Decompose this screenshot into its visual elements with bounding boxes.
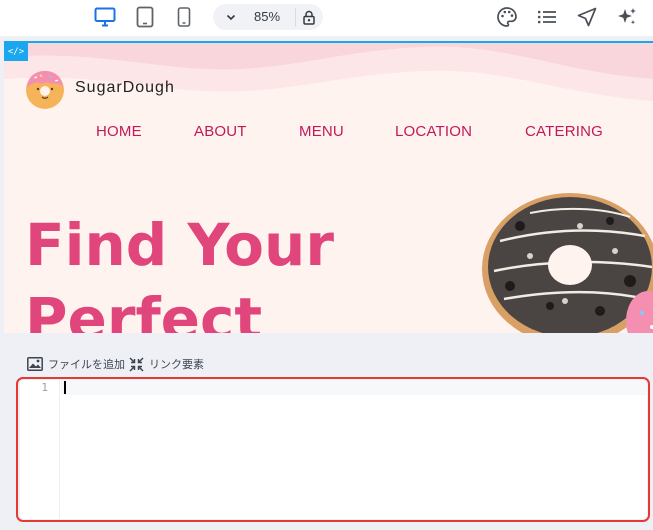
sparkle-icon <box>618 8 636 25</box>
desktop-view-button[interactable] <box>92 4 118 30</box>
brand-name: SugarDough <box>75 79 175 96</box>
zoom-dropdown-button[interactable] <box>221 7 241 27</box>
desktop-icon <box>94 7 116 27</box>
tablet-view-button[interactable] <box>132 4 158 30</box>
chevron-down-icon <box>226 14 236 20</box>
site-preview-frame[interactable]: </> SugarDough HOME ABOUT MENU LOCATION … <box>4 41 653 333</box>
nav-link-menu[interactable]: MENU <box>299 123 344 140</box>
mobile-icon <box>177 7 191 27</box>
add-file-button[interactable]: ファイルを追加 <box>27 355 125 373</box>
hero-heading: Find Your Perfect <box>25 208 334 333</box>
zoom-level: 85% <box>253 9 281 24</box>
code-tag-button[interactable]: </> <box>4 43 28 61</box>
nav-link-about[interactable]: ABOUT <box>194 123 247 140</box>
zoom-control: 85% <box>213 4 323 30</box>
link-elements-label: リンク要素 <box>149 359 204 371</box>
link-elements-button[interactable]: リンク要素 <box>129 355 204 373</box>
zoom-divider <box>295 8 296 26</box>
add-file-label: ファイルを追加 <box>48 359 125 371</box>
nav-link-catering[interactable]: CATERING <box>525 123 603 140</box>
top-toolbar: 85% <box>0 0 653 36</box>
ai-assist-button[interactable] <box>614 4 640 30</box>
tablet-icon <box>136 6 154 28</box>
mobile-view-button[interactable] <box>171 4 197 30</box>
hero-heading-line-2: Perfect <box>25 285 263 333</box>
zoom-lock-button[interactable] <box>299 7 319 27</box>
layers-button[interactable] <box>534 4 560 30</box>
palette-icon <box>497 7 517 27</box>
list-icon <box>537 10 556 24</box>
lock-icon <box>303 10 315 25</box>
send-icon <box>577 7 597 27</box>
nav-link-location[interactable]: LOCATION <box>395 123 472 140</box>
theme-button[interactable] <box>494 4 520 30</box>
hero-heading-line-1: Find Your <box>25 211 334 279</box>
link-elements-icon <box>129 356 144 372</box>
cookies-donut-image <box>482 193 653 333</box>
editor-highlight-outline <box>16 377 650 522</box>
image-icon <box>27 357 43 371</box>
donut-logo-icon <box>26 71 64 109</box>
nav-link-home[interactable]: HOME <box>96 123 142 140</box>
publish-button[interactable] <box>574 4 600 30</box>
